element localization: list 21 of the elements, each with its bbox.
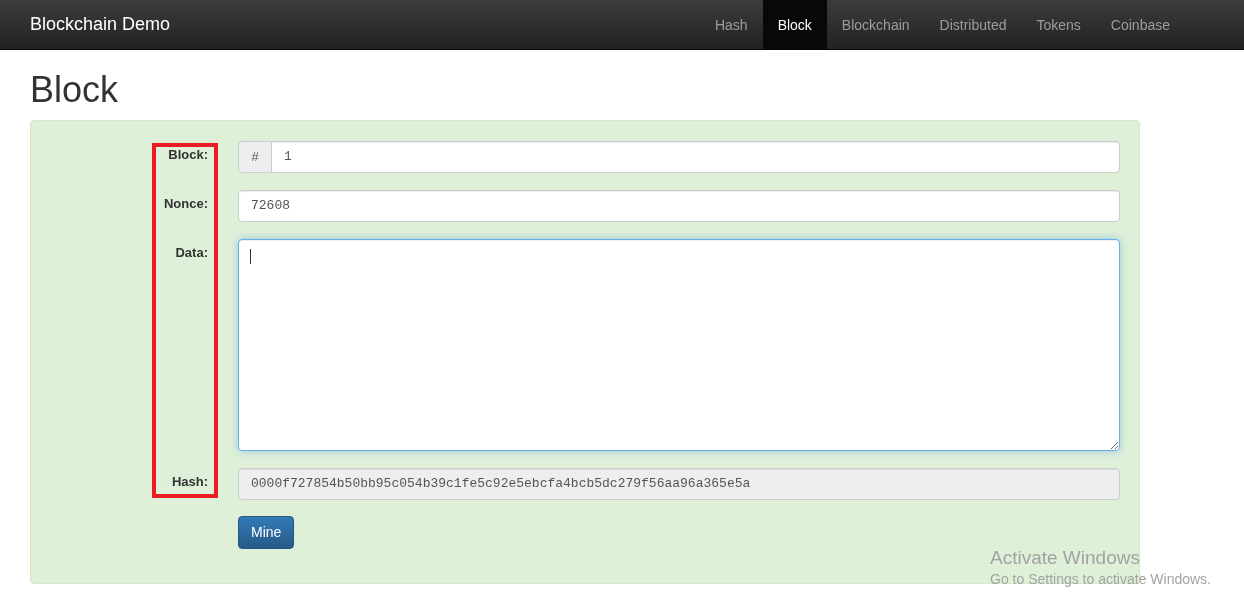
text-cursor <box>250 248 251 264</box>
activation-notice-title: Activate Windows <box>990 546 1141 570</box>
page-heading: Block <box>30 70 120 110</box>
mine-button[interactable]: Mine <box>238 515 295 549</box>
field-label: Hash: <box>171 473 208 491</box>
nonce-field[interactable]: 72608 <box>238 189 1120 222</box>
brand-link[interactable]: Blockchain Demo <box>30 0 171 49</box>
nav-tab[interactable]: Block <box>762 0 827 49</box>
field-label: Data: <box>175 244 208 262</box>
data-textarea[interactable] <box>238 238 1120 451</box>
hash-sign-addon: # <box>238 140 271 173</box>
nav-tab[interactable]: Hash <box>699 0 763 49</box>
field-label: Block: <box>168 146 208 164</box>
nav-tab[interactable]: Coinbase <box>1095 0 1185 49</box>
field-label: Nonce: <box>163 195 208 213</box>
nav-tab[interactable]: Tokens <box>1021 0 1096 49</box>
nav-tab[interactable]: Distributed <box>924 0 1022 49</box>
nav-tab[interactable]: Blockchain <box>826 0 925 49</box>
hash-field[interactable]: 0000f727854b50bb95c054b39c1fe5c92e5ebcfa4bcb5dc279f56aa96a365e5a <box>238 467 1120 500</box>
activation-notice-text: Go to Settings to activate Windows. <box>990 570 1211 588</box>
block-number-field[interactable]: 1 <box>271 140 1120 173</box>
